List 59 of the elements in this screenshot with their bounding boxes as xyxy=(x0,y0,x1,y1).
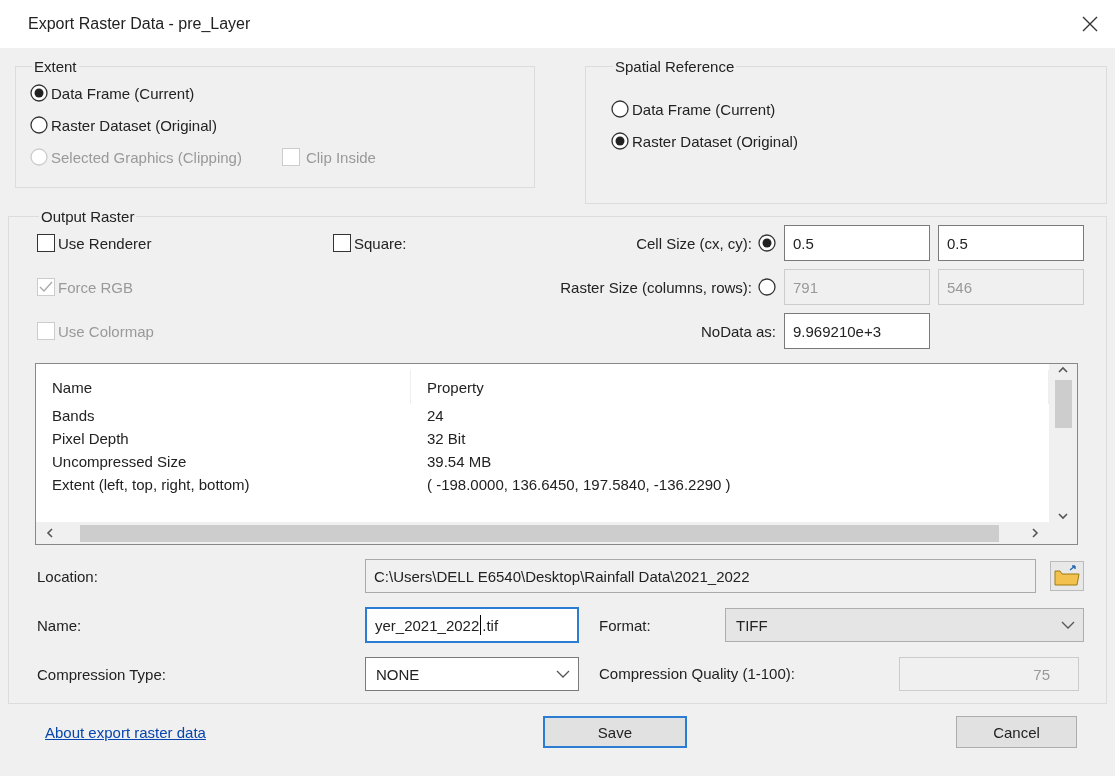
location-field[interactable]: C:\Users\DELL E6540\Desktop\Rainfall Data\2021_2022 xyxy=(365,559,1036,593)
save-button[interactable]: Save xyxy=(542,716,687,748)
horizontal-scrollbar[interactable] xyxy=(36,522,1077,544)
scrollbar-thumb[interactable] xyxy=(1054,380,1072,428)
checkbox-label: Use Renderer xyxy=(58,234,152,252)
group-label: Spatial Reference xyxy=(614,58,736,75)
table-cell-text: 39.54 MB xyxy=(426,453,493,470)
table-cell-text: Uncompressed Size xyxy=(51,453,188,470)
checkbox-label: Square: xyxy=(354,234,407,252)
table-cell-text: 32 Bit xyxy=(426,430,467,447)
radio-button[interactable] xyxy=(611,132,629,150)
radio-label: Raster Dataset (Original) xyxy=(632,132,798,150)
chevron-down-icon xyxy=(1061,620,1075,630)
folder-icon[interactable] xyxy=(1050,561,1084,591)
compression-quality-label: Compression Quality (1-100): xyxy=(598,665,796,683)
name-label: Name: xyxy=(37,616,83,634)
format-label: Format: xyxy=(598,616,652,634)
radio-button[interactable] xyxy=(611,100,629,118)
arrow-left-icon[interactable] xyxy=(44,527,56,539)
table-cell-text: Pixel Depth xyxy=(51,430,130,447)
name-input-field[interactable]: yer_2021_2022.tif xyxy=(365,607,579,643)
checkbox-label: Use Colormap xyxy=(58,322,154,340)
vertical-scrollbar[interactable] xyxy=(1049,364,1077,522)
radio-label: Raster Dataset (Original) xyxy=(51,116,217,134)
radio-button[interactable] xyxy=(30,84,48,102)
window-title: Export Raster Data - pre_Layer xyxy=(28,15,251,33)
radio-button[interactable] xyxy=(30,116,48,134)
checkbox-label: Clip Inside xyxy=(305,148,376,166)
checkbox[interactable] xyxy=(37,234,55,252)
table-cell-text: Extent (left, top, right, bottom) xyxy=(51,476,251,493)
radio-label: Data Frame (Current) xyxy=(632,100,776,118)
column-header[interactable]: Name xyxy=(36,378,92,396)
group-label: Output Raster xyxy=(40,208,136,225)
nodata-input-field[interactable]: 9.969210e+3 xyxy=(784,313,930,349)
size-mode-label: Cell Size (cx, cy): xyxy=(636,234,752,252)
nodata-label: NoData as: xyxy=(700,322,776,340)
table-cell-text: ( -198.0000, 136.6450, 197.5840, -136.2290 ) xyxy=(426,476,732,493)
size-input-field[interactable]: 0.5 xyxy=(784,225,930,261)
table-cell-text: 24 xyxy=(426,407,445,424)
radio-label: Selected Graphics (Clipping) xyxy=(51,148,242,166)
format-dropdown[interactable]: TIFF xyxy=(725,608,1084,642)
chevron-down-icon xyxy=(556,669,570,679)
checkbox[interactable] xyxy=(333,234,351,252)
help-link[interactable]: About export raster data xyxy=(45,723,206,741)
arrow-right-icon[interactable] xyxy=(1029,527,1041,539)
size-mode-label: Raster Size (columns, rows): xyxy=(560,278,752,296)
radio-button[interactable] xyxy=(758,234,776,252)
location-label: Location: xyxy=(37,567,99,585)
compression-type-label: Compression Type: xyxy=(37,665,167,683)
checkbox-label: Force RGB xyxy=(58,278,133,296)
table-cell-text: Bands xyxy=(51,407,96,424)
column-header[interactable]: Property xyxy=(411,378,484,396)
cancel-button[interactable]: Cancel xyxy=(956,716,1077,748)
compression-type-dropdown[interactable]: NONE xyxy=(365,657,579,691)
size-input-field[interactable]: 0.5 xyxy=(938,225,1084,261)
scrollbar-thumb[interactable] xyxy=(80,524,999,542)
arrow-down-icon[interactable] xyxy=(1057,510,1069,522)
radio-label: Data Frame (Current) xyxy=(51,84,195,102)
group-label: Extent xyxy=(33,58,78,75)
